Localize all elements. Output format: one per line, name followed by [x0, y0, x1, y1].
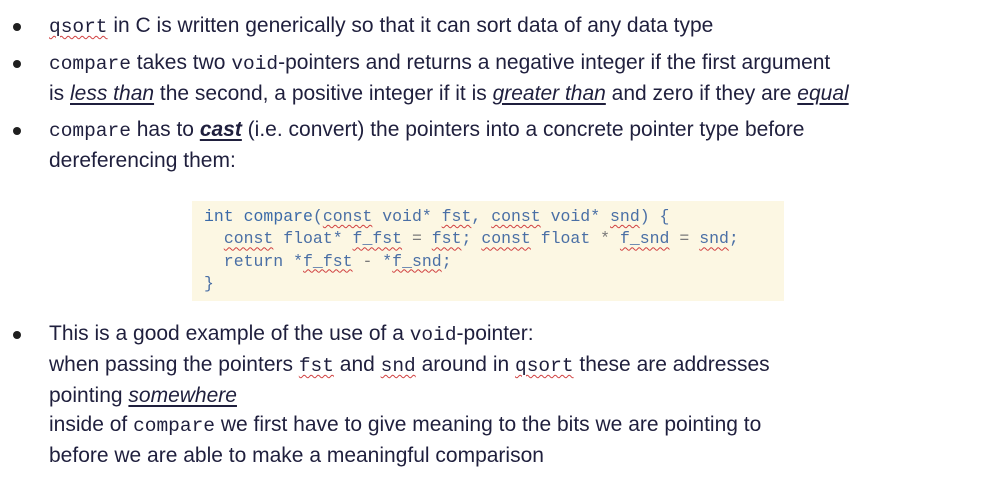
text-run: (i.e. convert) the pointers into a concr…	[241, 118, 805, 141]
bullet-marker	[13, 23, 21, 31]
emphasis: somewhere	[128, 384, 237, 407]
text-run	[204, 229, 224, 248]
inline-code: compare	[49, 53, 131, 75]
code-line: }	[204, 273, 784, 295]
code-token-flagged: const	[481, 229, 531, 249]
text-run: takes two	[130, 51, 232, 74]
code-token-flagged: const	[223, 229, 274, 249]
text-run: we first have to give meaning to the bit…	[214, 413, 762, 436]
code-token-flagged: f_snd	[619, 229, 670, 249]
text-line: inside of compare we first have to give …	[49, 410, 989, 441]
text-run: }	[204, 273, 214, 293]
text-run: and	[333, 353, 381, 376]
text-run: before we are able to make a meaningful …	[49, 444, 544, 467]
text-run: void*	[372, 207, 442, 226]
code-token-flagged: const	[491, 207, 541, 226]
text-run: -pointer:	[456, 322, 534, 345]
code-token-flagged: fst	[431, 229, 462, 249]
text-line: dereferencing them:	[49, 146, 989, 175]
text-run: -	[352, 251, 383, 271]
inline-code: void	[231, 53, 279, 75]
bullet-marker	[13, 127, 21, 135]
code-token-flagged: fst	[441, 207, 472, 226]
text-line: when passing the pointers fst and snd ar…	[49, 350, 989, 381]
code-line: return *f_fst - *f_snd;	[204, 251, 784, 273]
code-token-flagged: f_snd	[392, 251, 442, 271]
bullet-text-compare-returns: compare takes two void-pointers and retu…	[49, 48, 989, 108]
text-run: ;	[441, 251, 452, 271]
text-run: float*	[273, 229, 353, 249]
inline-code: void	[409, 324, 457, 346]
text-run: is	[49, 82, 70, 105]
text-line: is less than the second, a positive inte…	[49, 79, 989, 108]
inline-code-flagged: qsort	[49, 16, 108, 38]
text-line: compare has to cast (i.e. convert) the p…	[49, 115, 989, 146]
strong-emphasis: cast	[199, 118, 242, 141]
code-token-flagged: snd	[699, 229, 729, 249]
text-line: before we are able to make a meaningful …	[49, 441, 989, 470]
text-run: *	[600, 229, 611, 249]
text-run: ;	[461, 229, 482, 249]
inline-code-flagged: snd	[380, 355, 416, 377]
emphasis: less than	[70, 82, 155, 105]
inline-code-flagged: qsort	[515, 355, 574, 377]
text-run: dereferencing them:	[49, 149, 236, 172]
bullet-text-qsort-generic: qsort in C is written generically so tha…	[49, 11, 989, 42]
text-line: pointing somewhere	[49, 381, 989, 410]
text-run: ;	[728, 229, 739, 249]
bullet-text-void-pointer-example: This is a good example of the use of a v…	[49, 319, 989, 470]
text-run: =	[669, 229, 700, 249]
text-run: ,	[471, 207, 492, 226]
text-run: compare	[243, 207, 313, 226]
code-block: int compare(const void* fst, const void*…	[192, 201, 784, 301]
text-run: the second, a positive integer if it is	[154, 82, 493, 105]
text-run: This is a good example of the use of a	[49, 322, 410, 345]
emphasis: greater than	[492, 82, 606, 105]
text-run: pointing	[49, 384, 129, 407]
inline-code-flagged: fst	[298, 355, 334, 377]
code-line: const float* f_fst = fst; const float * …	[204, 228, 784, 250]
code-token-flagged: const	[322, 207, 373, 226]
text-run: inside of	[49, 413, 134, 436]
emphasis: equal	[797, 82, 849, 105]
text-run: float	[530, 229, 601, 249]
text-run: -pointers and returns a negative integer…	[278, 51, 831, 74]
text-line: This is a good example of the use of a v…	[49, 319, 989, 350]
bullet-marker	[13, 60, 21, 68]
code-token-flagged: f_fst	[303, 251, 353, 271]
text-run: in C is written generically so that it c…	[107, 14, 714, 37]
text-run: around in	[415, 353, 516, 376]
bullet-marker	[13, 331, 21, 339]
bullet-text-compare-cast: compare has to cast (i.e. convert) the p…	[49, 115, 989, 175]
inline-code: compare	[133, 415, 215, 437]
text-run: *	[293, 251, 304, 271]
text-run	[610, 229, 620, 248]
text-run: when passing the pointers	[49, 353, 299, 376]
text-run: (	[312, 207, 323, 226]
text-run: int	[204, 207, 244, 226]
text-run: *	[382, 251, 393, 271]
text-line: compare takes two void-pointers and retu…	[49, 48, 989, 79]
inline-code: compare	[49, 120, 131, 142]
code-token-flagged: f_fst	[352, 229, 403, 249]
text-run: and zero if they are	[605, 82, 798, 105]
code-line: int compare(const void* fst, const void*…	[204, 206, 784, 228]
text-run: ) {	[639, 207, 670, 226]
slide: qsort in C is written generically so tha…	[0, 0, 1002, 492]
text-run: has to	[130, 118, 200, 141]
code-token-flagged: snd	[610, 207, 640, 226]
text-run: these are addresses	[573, 353, 770, 376]
text-run: return	[204, 251, 294, 271]
text-line: qsort in C is written generically so tha…	[49, 11, 989, 42]
text-run: void*	[540, 207, 611, 226]
text-run: =	[402, 229, 432, 249]
